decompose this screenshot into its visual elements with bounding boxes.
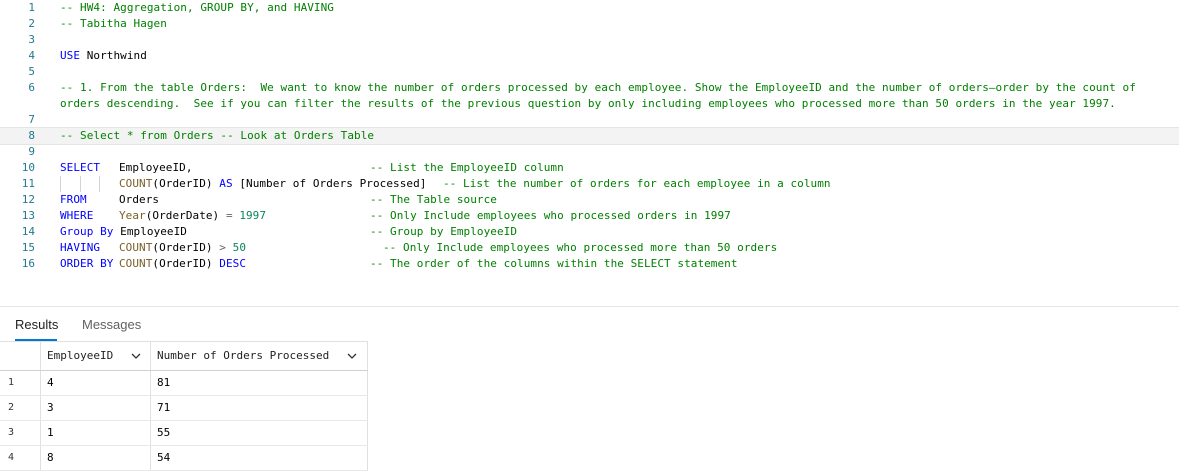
cell-employeeid[interactable]: 1 xyxy=(40,421,150,445)
keyword: Group By xyxy=(60,225,114,238)
indent-guide xyxy=(99,176,100,192)
line-number: 2 xyxy=(28,17,35,30)
column-alias: [Number of Orders Processed] xyxy=(239,177,427,190)
query-editor[interactable]: 1 -- HW4: Aggregation, GROUP BY, and HAV… xyxy=(0,0,1179,305)
indent-guide xyxy=(80,176,81,192)
row-number: 3 xyxy=(8,427,15,438)
code-line-6[interactable]: 6 -- 1. From the table Orders: We want t… xyxy=(0,80,1179,112)
code-line-15[interactable]: 15 HAVING COUNT(OrderID) > 50 -- Only In… xyxy=(0,240,1179,256)
comment-author: -- Tabitha Hagen xyxy=(60,17,167,30)
cell-employeeid[interactable]: 3 xyxy=(40,396,150,420)
cell-orders[interactable]: 54 xyxy=(150,446,368,470)
number-literal: 50 xyxy=(232,241,247,254)
function-args: (OrderDate) xyxy=(145,209,220,222)
code-line-1[interactable]: 1 -- HW4: Aggregation, GROUP BY, and HAV… xyxy=(0,0,1179,16)
row-number: 4 xyxy=(8,452,15,463)
operator: > xyxy=(219,241,226,254)
function-args: (OrderID) xyxy=(152,177,213,190)
row-number-header xyxy=(0,342,40,370)
code-line-7[interactable]: 7 xyxy=(0,112,1179,128)
code-line-4[interactable]: 4 USE Northwind xyxy=(0,48,1179,64)
comment-order-by: -- The order of the columns within the S… xyxy=(370,257,738,270)
column-header-label: Number of Orders Processed xyxy=(157,349,330,362)
line-number: 12 xyxy=(21,193,35,206)
table-row[interactable]: 3 1 55 xyxy=(0,421,368,446)
comment-where: -- Only Include employees who processed … xyxy=(370,209,731,222)
line-number: 7 xyxy=(28,113,35,126)
code-line-5[interactable]: 5 xyxy=(0,64,1179,80)
line-number: 5 xyxy=(28,65,35,78)
code-line-9[interactable]: 9 xyxy=(0,144,1179,160)
comment-count: -- List the number of orders for each em… xyxy=(443,177,831,190)
panel-divider[interactable] xyxy=(0,306,1179,307)
function-args: (OrderID) xyxy=(152,257,213,270)
line-number: 1 xyxy=(28,1,35,14)
code-line-3[interactable]: 3 xyxy=(0,32,1179,48)
cell-orders[interactable]: 55 xyxy=(150,421,368,445)
line-number: 13 xyxy=(21,209,35,222)
line-number: 6 xyxy=(28,81,35,94)
use-statement: USE Northwind xyxy=(60,48,1175,64)
line-number: 16 xyxy=(21,257,35,270)
code-line-10[interactable]: 10 SELECT EmployeeID, -- List the Employ… xyxy=(0,160,1179,176)
column-header-label: EmployeeID xyxy=(47,349,114,362)
comment-from: -- The Table source xyxy=(370,193,497,206)
chevron-down-icon[interactable] xyxy=(131,351,141,361)
row-number: 2 xyxy=(8,402,15,413)
comment-title: -- HW4: Aggregation, GROUP BY, and HAVIN… xyxy=(60,1,334,14)
keyword: USE xyxy=(60,49,81,62)
tab-messages[interactable]: Messages xyxy=(82,312,141,342)
comment-select: -- List the EmployeeID column xyxy=(370,161,564,174)
line-number: 10 xyxy=(21,161,35,174)
function-name: COUNT xyxy=(119,177,153,190)
line-number: 4 xyxy=(28,49,35,62)
column-header-employeeid[interactable]: EmployeeID xyxy=(40,342,150,370)
comment-select-all: -- Select * from Orders -- Look at Order… xyxy=(60,129,375,142)
line-number: 14 xyxy=(21,225,35,238)
table-row[interactable]: 4 8 54 xyxy=(0,446,368,471)
cell-orders[interactable]: 81 xyxy=(150,371,368,395)
tab-messages-label: Messages xyxy=(82,317,142,332)
chevron-down-icon[interactable] xyxy=(347,351,357,361)
cell-orders[interactable]: 71 xyxy=(150,396,368,420)
keyword: DESC xyxy=(219,257,246,270)
line-number: 15 xyxy=(21,241,35,254)
comment-having: -- Only Include employees who processed … xyxy=(383,241,778,254)
function-name: COUNT xyxy=(119,257,153,270)
line-number: 3 xyxy=(28,33,35,46)
cell-employeeid[interactable]: 8 xyxy=(40,446,150,470)
keyword: AS xyxy=(219,177,233,190)
keyword: SELECT xyxy=(60,161,101,174)
cell-employeeid[interactable]: 4 xyxy=(40,371,150,395)
table-row[interactable]: 2 3 71 xyxy=(0,396,368,421)
tab-results-label: Results xyxy=(15,317,59,332)
code-line-14[interactable]: 14 Group By EmployeeID -- Group by Emplo… xyxy=(0,224,1179,240)
table-row[interactable]: 1 4 81 xyxy=(0,371,368,396)
line-number: 11 xyxy=(21,177,35,190)
code-line-8[interactable]: 8 -- Select * from Orders -- Look at Ord… xyxy=(0,127,1179,145)
code-line-12[interactable]: 12 FROM Orders -- The Table source xyxy=(0,192,1179,208)
group-column: EmployeeID xyxy=(120,225,187,238)
grid-header-row: EmployeeID Number of Orders Processed xyxy=(0,341,368,371)
code-line-2[interactable]: 2 -- Tabitha Hagen xyxy=(0,16,1179,32)
function-name: Year xyxy=(119,209,146,222)
function-args: (OrderID) xyxy=(152,241,213,254)
column-header-orders[interactable]: Number of Orders Processed xyxy=(150,342,368,370)
line-number: 8 xyxy=(28,129,35,142)
number-literal: 1997 xyxy=(239,209,267,222)
code-line-16[interactable]: 16 ORDER BY COUNT(OrderID) DESC -- The o… xyxy=(0,256,1179,272)
database-name: Northwind xyxy=(86,49,147,62)
comment-group-by: -- Group by EmployeeID xyxy=(370,225,518,238)
line-number: 9 xyxy=(28,145,35,158)
indent-guide xyxy=(60,176,61,192)
function-name: COUNT xyxy=(119,241,153,254)
comment-question: -- 1. From the table Orders: We want to … xyxy=(60,81,1143,110)
code-line-11[interactable]: 11 COUNT(OrderID) AS [Number of Orders P… xyxy=(0,176,1179,192)
row-number: 1 xyxy=(8,377,15,388)
tab-results[interactable]: Results xyxy=(15,312,58,342)
operator: = xyxy=(225,209,233,222)
code-line-13[interactable]: 13 WHERE Year(OrderDate) = 1997 -- Only … xyxy=(0,208,1179,224)
